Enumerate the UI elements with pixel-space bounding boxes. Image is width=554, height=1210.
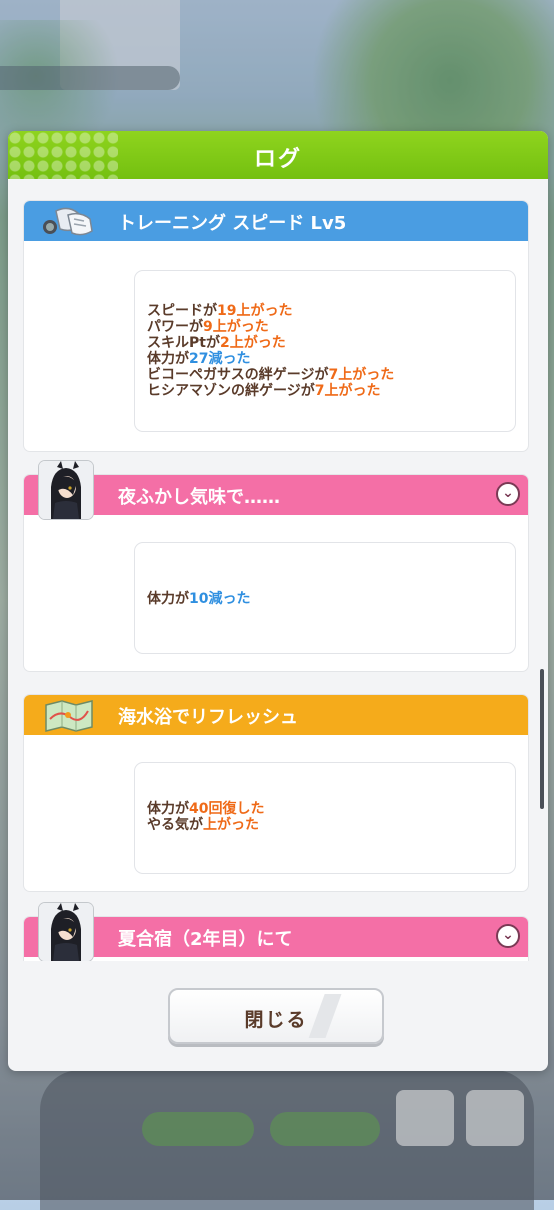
log-entry-title: トレーニング スピード Lv5 bbox=[118, 213, 347, 234]
effect-line: ビコーペガサスの絆ゲージが7上がった bbox=[147, 367, 394, 383]
log-entry-card: 海水浴でリフレッシュ 体力が40回復した やる気が上がった bbox=[24, 695, 528, 891]
effect-label: パワーが bbox=[147, 319, 203, 335]
scrollbar[interactable] bbox=[540, 669, 544, 809]
effects-list: スピードが19上がった パワーが9上がった スキルPtが2上がった 体力が27減ったビ… bbox=[147, 303, 394, 399]
effect-label: 体力が bbox=[147, 351, 189, 367]
log-dialog: ログ トレーニング スピード Lv5 スピードが19上がった パワーが9上がった… bbox=[8, 131, 548, 1071]
effect-value: 7上がった bbox=[314, 383, 381, 399]
effects-panel: 体力が40回復した やる気が上がった bbox=[135, 763, 515, 873]
log-entry-title: 夏合宿（2年目）にて bbox=[118, 929, 293, 950]
effects-list: 体力が10減った bbox=[147, 591, 250, 607]
effect-value: 10減った bbox=[189, 591, 251, 607]
character-portrait bbox=[39, 461, 93, 519]
effect-line: ヒシアマゾンの絆ゲージが7上がった bbox=[147, 383, 394, 399]
effect-value: 上がった bbox=[203, 817, 259, 833]
effect-label: スキルPtが bbox=[147, 335, 220, 351]
effect-label: 体力が bbox=[147, 801, 189, 817]
effect-label: ヒシアマゾンの絆ゲージが bbox=[147, 383, 315, 399]
effect-line: スキルPtが2上がった bbox=[147, 335, 394, 351]
log-entry-title: 海水浴でリフレッシュ bbox=[118, 707, 298, 728]
log-entry-header[interactable]: 夜ふかし気味で…… ⌄ bbox=[24, 475, 528, 515]
effect-line: パワーが9上がった bbox=[147, 319, 394, 335]
expand-chevron-icon[interactable]: ⌄ bbox=[496, 924, 520, 948]
close-button-label: 閉じる bbox=[244, 1009, 308, 1031]
log-entry-title: 夜ふかし気味で…… bbox=[118, 487, 280, 508]
log-entry-card: 夜ふかし気味で…… ⌄ 体力が10減った bbox=[24, 475, 528, 671]
log-entry-header[interactable]: 夏合宿（2年目）にて ⌄ bbox=[24, 917, 528, 957]
character-portrait bbox=[39, 903, 93, 961]
log-entry-card: トレーニング スピード Lv5 スピードが19上がった パワーが9上がった スキルP… bbox=[24, 201, 528, 451]
effect-line: スピードが19上がった bbox=[147, 303, 394, 319]
effects-list: 体力が40回復した やる気が上がった bbox=[147, 801, 264, 833]
effect-label: やる気が bbox=[147, 817, 203, 833]
effect-value: 40回復した bbox=[189, 801, 265, 817]
effect-label: スピードが bbox=[147, 303, 217, 319]
log-entry-header: 海水浴でリフレッシュ bbox=[24, 695, 528, 735]
expand-chevron-icon[interactable]: ⌄ bbox=[496, 482, 520, 506]
dialog-header: ログ bbox=[8, 131, 548, 179]
effect-value: 7上がった bbox=[328, 367, 395, 383]
close-button[interactable]: 閉じる bbox=[168, 988, 384, 1044]
effect-value: 2上がった bbox=[219, 335, 286, 351]
log-entry-header: トレーニング スピード Lv5 bbox=[24, 201, 528, 241]
effect-line: 体力が40回復した bbox=[147, 801, 264, 817]
effect-value: 19上がった bbox=[217, 303, 293, 319]
effect-label: ビコーペガサスの絆ゲージが bbox=[147, 367, 329, 383]
effect-label: 体力が bbox=[147, 591, 189, 607]
effect-value: 27減った bbox=[189, 351, 251, 367]
effects-panel: スピードが19上がった パワーが9上がった スキルPtが2上がった 体力が27減ったビ… bbox=[135, 271, 515, 431]
effect-value: 9上がった bbox=[203, 319, 269, 335]
map-icon bbox=[38, 697, 98, 733]
effect-line: やる気が上がった bbox=[147, 817, 264, 833]
dialog-title: ログ bbox=[253, 147, 302, 172]
training-shoes-icon bbox=[38, 203, 98, 239]
effects-panel: 体力が10減った bbox=[135, 543, 515, 653]
effect-line: 体力が10減った bbox=[147, 591, 250, 607]
log-scroll-area[interactable]: トレーニング スピード Lv5 スピードが19上がった パワーが9上がった スキルP… bbox=[8, 179, 548, 961]
log-entry-card: 夏合宿（2年目）にて ⌄ bbox=[24, 917, 528, 961]
effect-line: 体力が27減った bbox=[147, 351, 394, 367]
